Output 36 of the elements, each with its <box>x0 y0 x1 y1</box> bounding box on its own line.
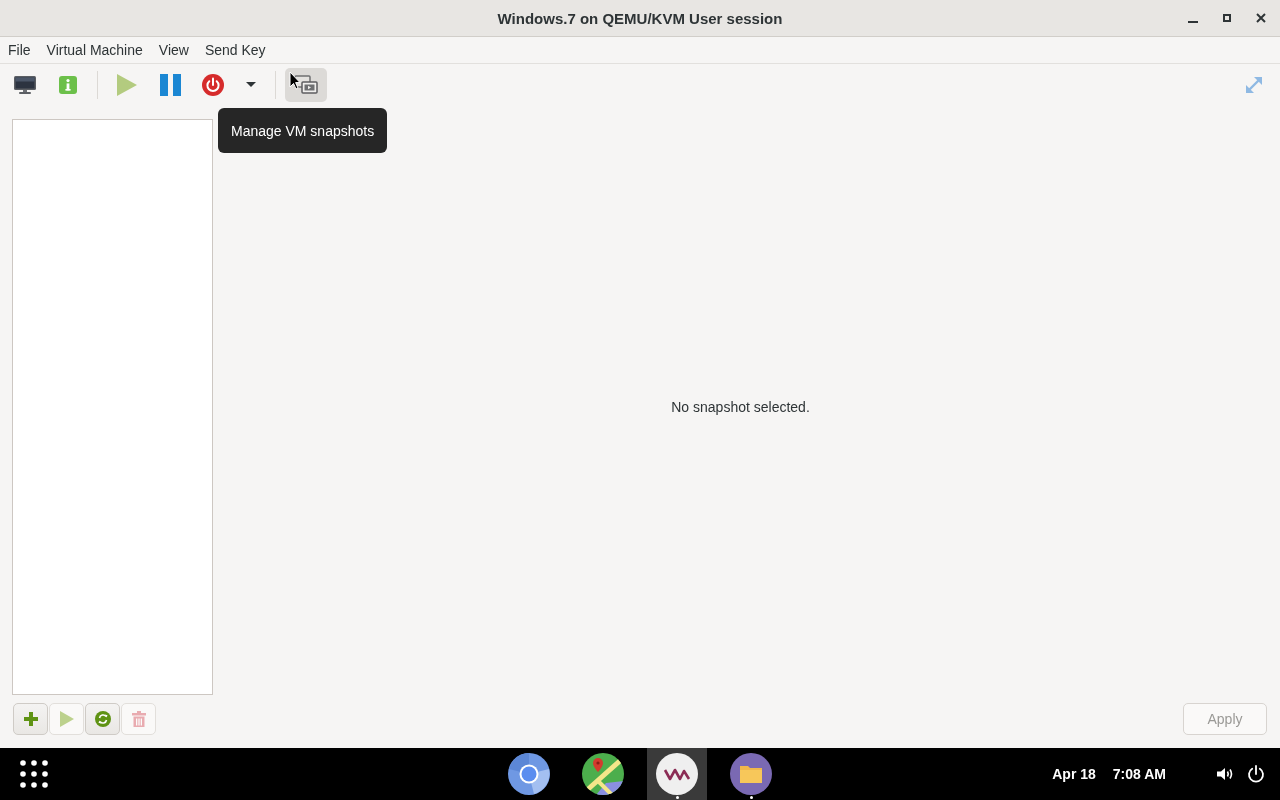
tooltip: Manage VM snapshots <box>218 108 388 153</box>
menu-item[interactable]: View <box>150 37 197 63</box>
caret-icon <box>246 82 256 87</box>
folder-icon <box>730 753 772 795</box>
window-title: Windows.7 on QEMU/KVM User session <box>497 9 783 27</box>
mouse-pointer-icon <box>289 71 301 90</box>
browser-icon <box>508 753 550 795</box>
menu-item[interactable]: Virtual Machine <box>38 37 151 63</box>
fullscreen-icon <box>1244 74 1264 95</box>
trash-icon <box>131 711 146 727</box>
menu-item[interactable]: Send Key <box>196 37 274 63</box>
zigzag-logo-icon <box>656 753 698 795</box>
clock-time: 7:08 AM <box>1112 766 1166 782</box>
dock-item[interactable] <box>647 748 707 800</box>
play-icon <box>59 711 74 727</box>
apps-grid-icon <box>20 760 48 788</box>
power-menu-button[interactable] <box>1246 764 1266 784</box>
power-icon <box>1247 765 1265 783</box>
play-icon <box>117 73 137 96</box>
pause-icon <box>159 73 181 96</box>
add-snapshot-button[interactable] <box>13 703 48 735</box>
date-label: Apr 18 <box>1052 766 1096 782</box>
close-icon <box>1256 13 1266 23</box>
maximize-icon <box>1223 14 1231 22</box>
menu-item[interactable]: File <box>0 37 39 63</box>
power-icon <box>202 73 224 96</box>
revert-snapshot-button[interactable] <box>85 703 120 735</box>
refresh-icon <box>94 711 111 727</box>
minimize-icon <box>1188 21 1198 23</box>
empty-message: No snapshot selected. <box>671 399 810 415</box>
speaker-icon <box>1217 767 1235 781</box>
snapshots-button[interactable] <box>285 67 327 102</box>
plus-icon <box>23 712 38 726</box>
info-icon <box>59 75 77 94</box>
map-pin-icon <box>582 753 624 795</box>
monitor-icon <box>13 74 37 95</box>
